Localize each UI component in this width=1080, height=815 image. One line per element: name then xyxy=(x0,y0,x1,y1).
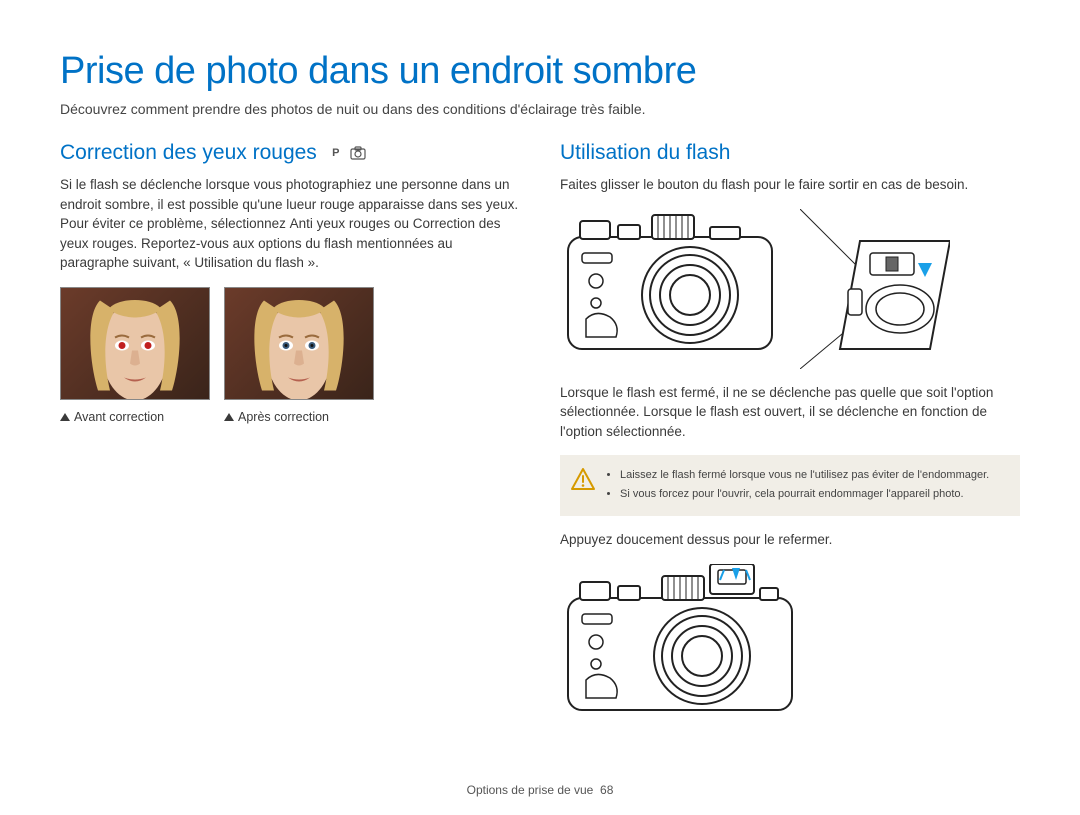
caption-after: Après correction xyxy=(224,410,374,424)
caption-after-text: Après correction xyxy=(238,410,329,424)
right-column: Utilisation du flash Faites glisser le b… xyxy=(560,141,1020,729)
section-heading-redeye: Correction des yeux rouges P xyxy=(60,141,520,165)
flash-p2: Lorsque le flash est fermé, il ne se déc… xyxy=(560,383,1020,442)
face-redeye-icon xyxy=(80,296,190,400)
redeye-body: Si le flash se déclenche lorsque vous ph… xyxy=(60,175,520,273)
heading-text: Correction des yeux rouges xyxy=(60,141,317,165)
photo-captions: Avant correction Après correction xyxy=(60,410,520,424)
footer-label: Options de prise de vue xyxy=(467,783,594,797)
page-number: 68 xyxy=(600,783,613,797)
heading-text: Utilisation du flash xyxy=(560,141,730,165)
body-bold1: Anti yeux rouges xyxy=(290,216,391,231)
example-photos xyxy=(60,287,520,400)
two-column-layout: Correction des yeux rouges P Si le flash… xyxy=(60,141,1020,729)
photo-before xyxy=(60,287,210,400)
page-intro: Découvrez comment prendre des photos de … xyxy=(60,101,1020,117)
triangle-up-icon xyxy=(224,413,234,421)
warning-icon xyxy=(570,467,596,493)
note-item: Si vous forcez pour l'ouvrir, cela pourr… xyxy=(620,486,989,503)
mode-camera-icon xyxy=(349,144,367,162)
note-item: Laissez le flash fermé lorsque vous ne l… xyxy=(620,467,989,484)
flash-p1: Faites glisser le bouton du flash pour l… xyxy=(560,175,1020,195)
face-corrected-icon xyxy=(244,296,354,400)
camera-close-flash-icon xyxy=(560,564,800,719)
manual-page: Prise de photo dans un endroit sombre Dé… xyxy=(0,0,1080,815)
camera-front-icon xyxy=(560,209,780,359)
page-footer: Options de prise de vue 68 xyxy=(0,783,1080,797)
page-title: Prise de photo dans un endroit sombre xyxy=(60,50,1020,93)
caption-before: Avant correction xyxy=(60,410,210,424)
caption-before-text: Avant correction xyxy=(74,410,164,424)
flash-p3: Appuyez doucement dessus pour le referme… xyxy=(560,530,1020,550)
note-list: Laissez le flash fermé lorsque vous ne l… xyxy=(606,467,989,504)
caution-note: Laissez le flash fermé lorsque vous ne l… xyxy=(560,455,1020,516)
mode-icons: P xyxy=(327,144,367,162)
camera-illustration-open xyxy=(560,209,1020,369)
camera-top-zoom-icon xyxy=(800,209,950,369)
section-heading-flash: Utilisation du flash xyxy=(560,141,1020,165)
mode-p-icon: P xyxy=(327,144,345,162)
triangle-up-icon xyxy=(60,413,70,421)
photo-after xyxy=(224,287,374,400)
body-mid: ou xyxy=(390,216,413,231)
left-column: Correction des yeux rouges P Si le flash… xyxy=(60,141,520,729)
